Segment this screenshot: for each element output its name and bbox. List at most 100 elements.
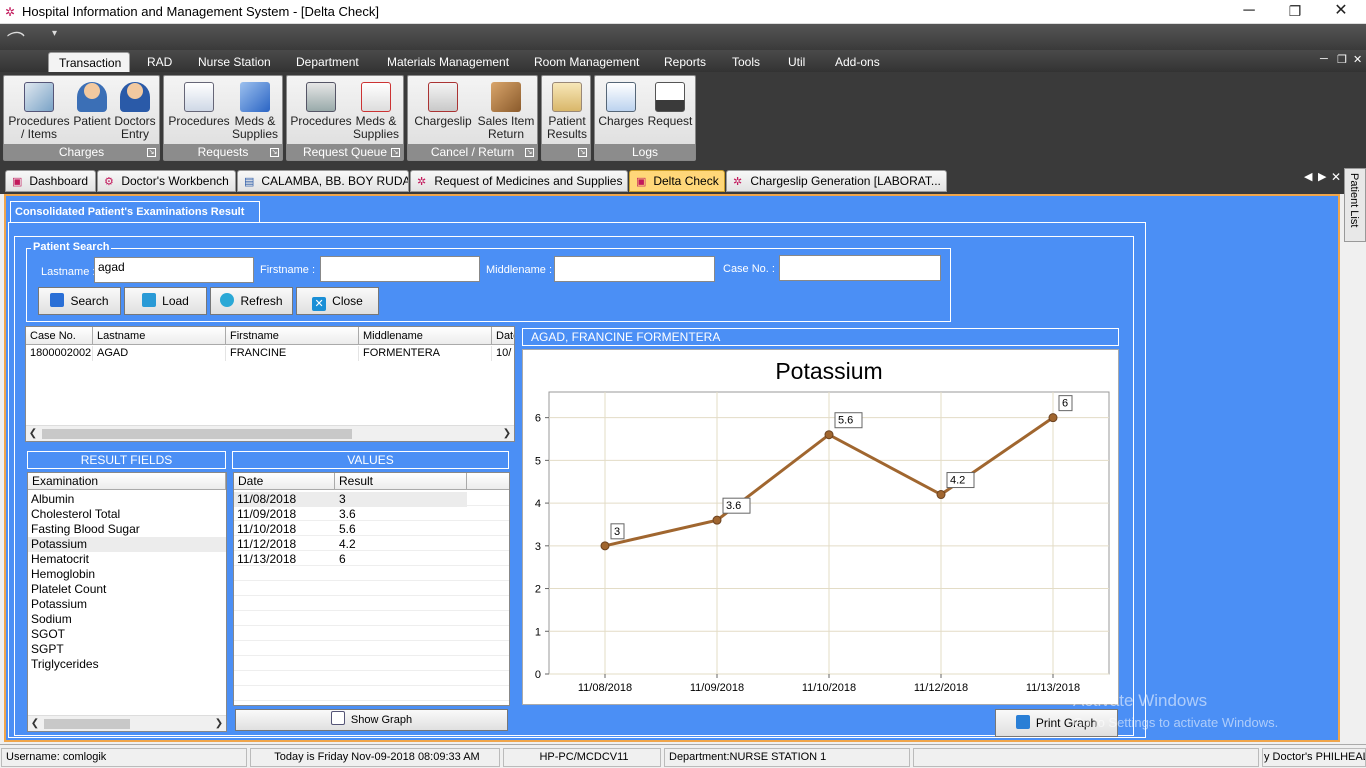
list-item[interactable]: Albumin xyxy=(28,492,226,507)
column-header-date[interactable]: Date xyxy=(234,473,335,490)
scroll-right-icon[interactable]: ❯ xyxy=(212,716,226,731)
list-item[interactable]: Cholesterol Total xyxy=(28,507,226,522)
close-button[interactable]: ✕ Close xyxy=(296,287,379,315)
examination-rows: Albumin Cholesterol Total Fasting Blood Su… xyxy=(28,492,226,712)
activation-watermark-title: Activate Windows xyxy=(1073,691,1208,710)
table-row[interactable]: 11/12/2018 4.2 xyxy=(234,537,467,552)
group-caption-requests: Requests xyxy=(164,144,282,160)
tab-add-ons[interactable]: Add-ons xyxy=(825,52,890,72)
tab-reports[interactable]: Reports xyxy=(654,52,716,72)
scroll-left-icon[interactable]: ❮ xyxy=(26,426,40,441)
group-expand-icon[interactable]: ↘ xyxy=(147,148,156,157)
table-row[interactable]: 11/09/2018 3.6 xyxy=(234,507,467,522)
search-button[interactable]: Search xyxy=(38,287,121,315)
mdi-minimize-icon[interactable]: ─ xyxy=(1320,53,1328,65)
column-header-firstname[interactable]: Firstname xyxy=(226,327,359,345)
cell-middlename: FORMENTERA xyxy=(359,346,492,361)
request-procedures-button[interactable]: Procedures xyxy=(167,80,231,128)
group-expand-icon[interactable]: ↘ xyxy=(525,148,534,157)
sales-item-return-button[interactable]: Sales Item Return xyxy=(476,80,536,141)
restore-button[interactable]: ❐ xyxy=(1272,0,1318,24)
procedures-items-button[interactable]: Procedures / Items xyxy=(7,80,71,141)
patient-search-legend: Patient Search xyxy=(31,241,112,253)
table-row[interactable]: 11/13/2018 6 xyxy=(234,552,467,567)
list-item[interactable]: Potassium xyxy=(28,537,226,552)
list-item[interactable]: Sodium xyxy=(28,612,226,627)
close-window-button[interactable]: ✕ xyxy=(1318,0,1364,24)
horizontal-scrollbar[interactable]: ❮ ❯ xyxy=(26,425,514,441)
mdi-restore-icon[interactable]: ❐ xyxy=(1337,53,1347,66)
tab-room-management[interactable]: Room Management xyxy=(524,52,649,72)
doc-tab-dashboard[interactable]: ▣ Dashboard xyxy=(5,170,96,192)
caseno-input[interactable] xyxy=(779,255,941,281)
tab-tools[interactable]: Tools xyxy=(722,52,770,72)
doc-tab-chargeslip-generation[interactable]: ✲ Chargeslip Generation [LABORAT... xyxy=(726,170,947,192)
horizontal-scrollbar[interactable]: ❮ ❯ xyxy=(28,715,226,731)
scroll-right-icon[interactable]: ❯ xyxy=(500,426,514,441)
load-button[interactable]: Load xyxy=(124,287,207,315)
app-logo[interactable]: ⌒ xyxy=(4,27,44,51)
column-header-result[interactable]: Result xyxy=(335,473,467,490)
list-item[interactable]: Hemoglobin xyxy=(28,567,226,582)
column-header-examination[interactable]: Examination xyxy=(28,473,226,490)
scrollbar-thumb[interactable] xyxy=(42,429,352,439)
show-graph-button[interactable]: Show Graph xyxy=(235,709,508,731)
tab-scroll-left-icon[interactable]: ◀ xyxy=(1304,170,1312,183)
document-chart-icon xyxy=(184,82,214,112)
column-header-lastname[interactable]: Lastname xyxy=(93,327,226,345)
tab-util[interactable]: Util xyxy=(778,52,815,72)
caseno-label: Case No. : xyxy=(723,263,775,275)
tab-scroll-right-icon[interactable]: ▶ xyxy=(1318,170,1326,183)
patient-button[interactable]: Patient xyxy=(71,80,113,128)
list-item[interactable]: SGPT xyxy=(28,642,226,657)
table-row[interactable]: 11/10/2018 5.6 xyxy=(234,522,467,537)
cancel-chargeslip-icon xyxy=(428,82,458,112)
group-expand-icon[interactable]: ↘ xyxy=(270,148,279,157)
group-expand-icon[interactable]: ↘ xyxy=(578,148,587,157)
tab-department[interactable]: Department xyxy=(286,52,369,72)
patient-list-side-tab[interactable]: Patient List xyxy=(1344,168,1366,242)
scroll-left-icon[interactable]: ❮ xyxy=(28,716,42,731)
scrollbar-thumb[interactable] xyxy=(44,719,130,729)
patient-results-button[interactable]: Patient Results xyxy=(544,80,590,141)
tab-rad[interactable]: RAD xyxy=(137,52,182,72)
chargeslip-button[interactable]: Chargeslip xyxy=(411,80,475,128)
tab-nurse-station[interactable]: Nurse Station xyxy=(188,52,281,72)
group-expand-icon[interactable]: ↘ xyxy=(391,148,400,157)
doctors-entry-button[interactable]: Doctors Entry xyxy=(112,80,158,141)
refresh-button[interactable]: Refresh xyxy=(210,287,293,315)
list-item[interactable]: Hematocrit xyxy=(28,552,226,567)
column-header-date[interactable]: Date xyxy=(492,327,514,345)
mdi-close-icon[interactable]: ✕ xyxy=(1353,53,1362,66)
list-item[interactable]: SGOT xyxy=(28,627,226,642)
quick-access-dropdown-icon[interactable]: ▾ xyxy=(52,28,57,39)
form-tab-title[interactable]: Consolidated Patient's Examinations Resu… xyxy=(10,201,260,223)
tab-materials-management[interactable]: Materials Management xyxy=(377,52,519,72)
tab-transaction[interactable]: Transaction xyxy=(48,52,130,72)
list-item[interactable]: Potassium xyxy=(28,597,226,612)
doc-tab-request-medicines[interactable]: ✲ Request of Medicines and Supplies xyxy=(410,170,628,192)
list-item[interactable]: Fasting Blood Sugar xyxy=(28,522,226,537)
list-item[interactable]: Triglycerides xyxy=(28,657,226,672)
request-meds-supplies-button[interactable]: Meds & Supplies xyxy=(230,80,280,141)
doc-tab-delta-check[interactable]: ▣ Delta Check xyxy=(629,170,725,192)
list-item[interactable]: Platelet Count xyxy=(28,582,226,597)
minimize-button[interactable]: ─ xyxy=(1226,0,1272,24)
firstname-input[interactable] xyxy=(320,256,480,282)
lastname-input[interactable]: agad xyxy=(94,257,254,283)
column-header-case-no[interactable]: Case No. xyxy=(26,327,93,345)
doc-tab-doctors-workbench[interactable]: ⚙ Doctor's Workbench xyxy=(97,170,236,192)
table-row[interactable]: 11/08/2018 3 xyxy=(234,492,467,507)
medkit-icon xyxy=(361,82,391,112)
doc-tab-patient[interactable]: ▤ CALAMBA, BB. BOY RUDA xyxy=(237,170,409,192)
cell-lastname: AGAD xyxy=(93,346,226,361)
tab-close-icon[interactable]: ✕ xyxy=(1331,170,1341,184)
queue-meds-supplies-button[interactable]: Meds & Supplies xyxy=(351,80,401,141)
queue-procedures-button[interactable]: Procedures xyxy=(290,80,352,128)
middlename-input[interactable] xyxy=(554,256,715,282)
charges-log-button[interactable]: Charges xyxy=(598,80,644,128)
column-header-middlename[interactable]: Middlename xyxy=(359,327,492,345)
app-tab-icon: ✲ xyxy=(417,176,427,188)
data-point xyxy=(824,430,834,440)
request-log-button[interactable]: Request xyxy=(647,80,693,128)
